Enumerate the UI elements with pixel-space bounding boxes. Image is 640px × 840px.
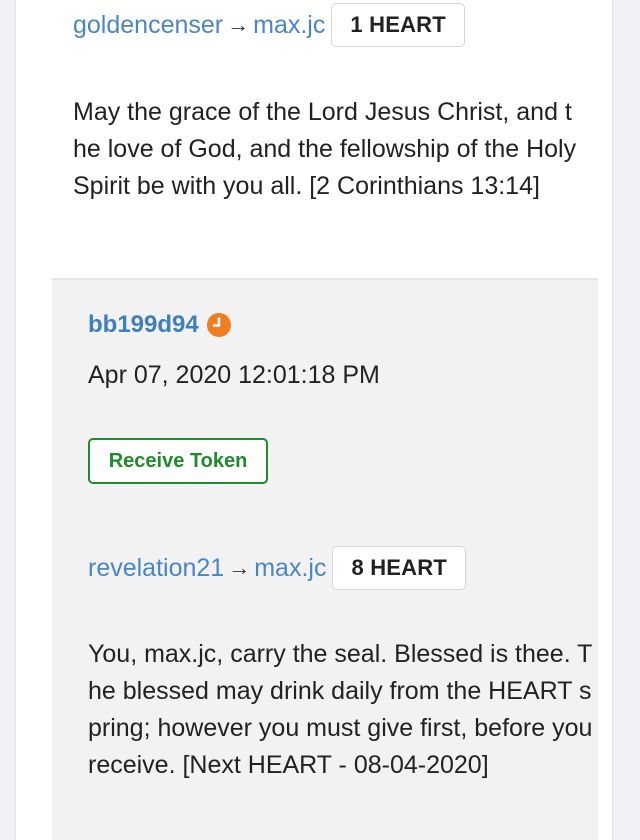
sender-link[interactable]: goldencenser [73,10,223,40]
transaction-item: goldencenser → max.jc 1 HEART May the gr… [16,0,612,278]
transaction-card: goldencenser → max.jc 1 HEART May the gr… [16,0,612,840]
memo-text: You, max.jc, carry the seal. Blessed is … [88,640,593,779]
timestamp: Apr 07, 2020 12:01:18 PM [88,361,380,389]
arrow-icon: → [228,555,251,580]
recipient-link[interactable]: max.jc [253,10,325,40]
receive-token-button[interactable]: Receive Token [88,438,268,484]
transaction-id-row: bb199d94 [88,310,231,340]
memo-text: May the grace of the Lord Jesus Christ, … [73,98,577,200]
page: goldencenser → max.jc 1 HEART May the gr… [0,0,640,840]
arrow-icon: → [227,12,250,37]
transaction-id-link[interactable]: bb199d94 [88,310,199,340]
recipient-link[interactable]: max.jc [254,553,326,583]
transfer-row: revelation21 → max.jc 8 HEART [88,546,466,590]
pending-transaction-item: bb199d94 Apr 07, 2020 12:01:18 PM Receiv… [52,278,598,840]
clock-icon [206,313,231,337]
sender-link[interactable]: revelation21 [88,553,224,583]
amount-badge: 1 HEART [331,3,465,47]
transfer-row: goldencenser → max.jc 1 HEART [73,3,465,47]
amount-badge: 8 HEART [332,546,466,590]
